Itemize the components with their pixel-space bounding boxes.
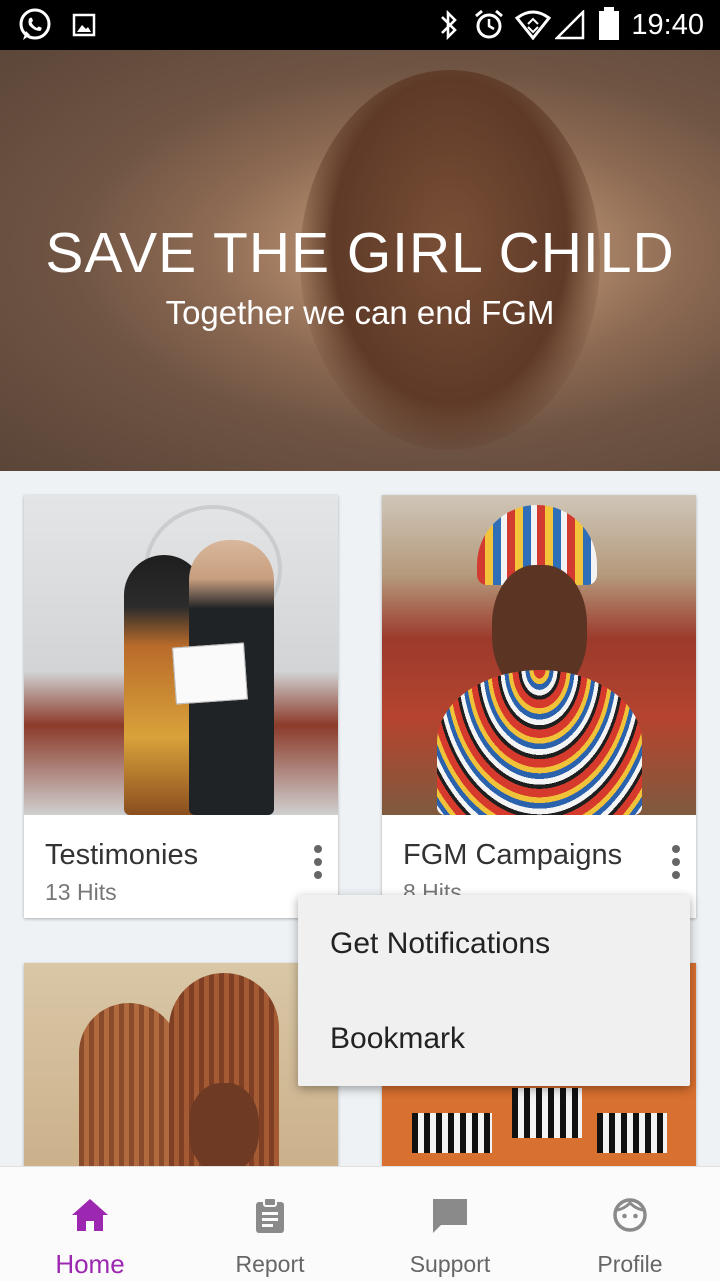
nav-item-support[interactable]: Support [360,1167,540,1281]
clipboard-icon [256,1197,284,1233]
nav-label: Profile [597,1251,663,1277]
menu-item-get-notifications[interactable]: Get Notifications [330,927,550,961]
card-fgm-campaigns[interactable]: FGM Campaigns 8 Hits [382,495,696,918]
wifi-icon [515,10,551,40]
gallery-icon [72,13,96,37]
hero-banner: SAVE THE GIRL CHILD Together we can end … [0,50,720,471]
signal-icon [555,10,585,40]
nav-label: Support [409,1251,491,1277]
nav-item-report[interactable]: Report [180,1167,360,1281]
more-vert-icon[interactable] [310,845,326,885]
home-icon [72,1199,108,1231]
alarm-icon [475,9,503,39]
card-image [24,495,338,815]
bluetooth-icon [441,9,457,41]
face-icon [613,1198,647,1232]
card-title: Testimonies [45,839,199,871]
bottom-navigation: Home Report Support Profile [0,1166,720,1281]
hero-subtitle: Together we can end FGM [165,294,555,331]
nav-label: Report [235,1251,305,1277]
chat-icon [433,1199,467,1233]
nav-label: Home [55,1249,125,1279]
nav-item-profile[interactable]: Profile [540,1167,720,1281]
status-bar: 19:40 [0,0,720,50]
hero-title: SAVE THE GIRL CHILD [45,221,675,285]
clock: 19:40 [631,9,704,41]
whatsapp-icon [19,8,51,40]
battery-icon [599,7,619,40]
card-testimonies[interactable]: Testimonies 13 Hits [24,495,338,918]
overflow-popup-menu: Get Notifications Bookmark [298,895,690,1086]
nav-item-home[interactable]: Home [0,1167,180,1281]
card-title: FGM Campaigns [403,839,623,871]
card-image [382,495,696,815]
menu-item-bookmark[interactable]: Bookmark [330,1022,465,1056]
card-hits: 13 Hits [45,879,117,905]
more-vert-icon[interactable] [668,845,684,885]
